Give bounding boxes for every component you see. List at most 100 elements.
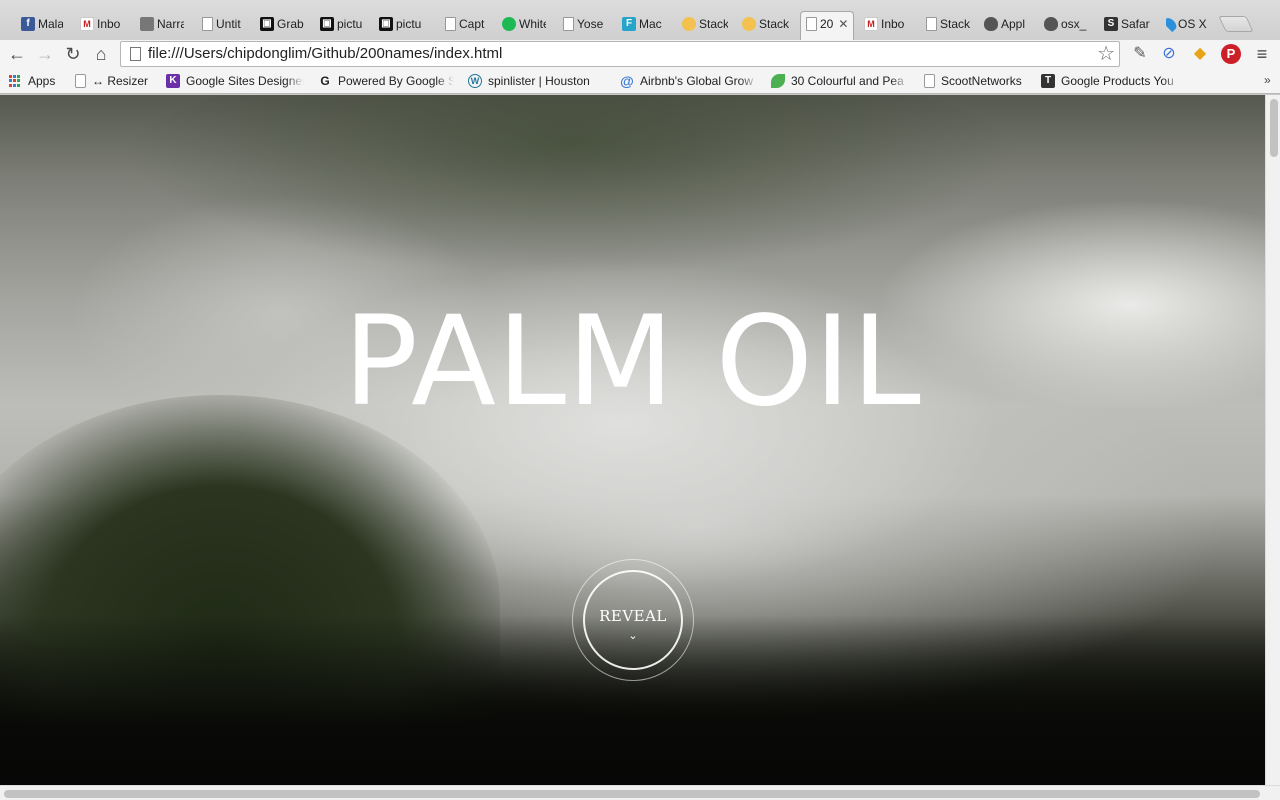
apple-icon	[1044, 17, 1058, 31]
tab-label: Yose	[577, 17, 604, 31]
bookmark-label: spinlister | Houston	[488, 74, 590, 88]
tab-label: Inbo	[881, 17, 905, 31]
stackoverflow-icon	[742, 17, 756, 31]
close-icon[interactable]: ✕	[838, 17, 848, 31]
bookmark-apps[interactable]: Apps	[8, 73, 63, 89]
tab-19[interactable]: S Safar	[1104, 14, 1150, 34]
bookmark-label: Google Products You	[1061, 74, 1174, 88]
tab-label: Safar	[1121, 17, 1150, 31]
horizontal-scrollbar[interactable]	[0, 785, 1280, 800]
tab-label: Inbo	[97, 17, 121, 31]
apps-grid-icon	[8, 74, 22, 88]
horizontal-scrollbar-thumb[interactable]	[4, 790, 1260, 798]
bookmark-30-colourful[interactable]: 30 Colourful and Pea	[771, 73, 909, 89]
bookmark-star-icon[interactable]: ☆	[1097, 42, 1115, 66]
bookmark-scootnetworks[interactable]: ScootNetworks	[924, 73, 1028, 89]
tab-label: OS X	[1178, 17, 1207, 31]
page-icon	[130, 47, 141, 61]
facebook-icon: f	[21, 17, 35, 31]
address-bar[interactable]: file:///Users/chipdonglim/Github/200name…	[120, 41, 1120, 67]
arrow-left-icon: ←	[8, 44, 26, 64]
vertical-scrollbar-thumb[interactable]	[1270, 99, 1278, 157]
reload-icon: ↻	[65, 44, 81, 64]
gmail-icon: M	[80, 17, 94, 31]
tab-label: Narra	[157, 17, 184, 31]
bookmark-label: 30 Colourful and Pea	[791, 74, 904, 88]
reveal-button-label[interactable]: REVEAL	[583, 607, 683, 625]
bookmark-airbnb[interactable]: @ Airbnb's Global Grow	[620, 73, 758, 89]
tab-4[interactable]: Untit	[202, 14, 244, 34]
tab-label: Mac	[639, 17, 662, 31]
page-icon	[806, 17, 817, 31]
bookmark-resizer[interactable]: ↔ Resizer	[75, 73, 155, 89]
bookmark-label: Apps	[28, 74, 56, 88]
apple-icon	[984, 17, 998, 31]
tab-12[interactable]: Stack	[682, 14, 728, 34]
tab-15[interactable]: M Inbo	[864, 14, 910, 34]
tab-label: Stack	[759, 17, 790, 31]
bookmark-spinlister[interactable]: W spinlister | Houston	[468, 73, 606, 89]
tab-6[interactable]: ▣ pictu	[320, 14, 364, 34]
forest-background	[120, 95, 1020, 275]
tab-10[interactable]: Yose	[563, 14, 605, 34]
at-icon: @	[620, 73, 634, 89]
contacts-icon	[140, 17, 154, 31]
home-icon: ⌂	[95, 44, 107, 64]
bookmark-label: ScootNetworks	[941, 74, 1022, 88]
tab-1[interactable]: f Mala	[21, 14, 63, 34]
adblock-extension-icon[interactable]: ⊘	[1159, 44, 1179, 64]
tab-label: Stack	[940, 17, 971, 31]
tab-label: Grab	[277, 17, 304, 31]
bookmarks-overflow-button[interactable]: »	[1264, 73, 1271, 87]
grab-icon: ▣	[320, 17, 334, 31]
tab-17[interactable]: Appl	[984, 14, 1030, 34]
tab-9[interactable]: White	[502, 14, 546, 34]
leaf-icon	[771, 74, 785, 88]
tab-label: Mala	[38, 17, 63, 31]
drop-icon	[1166, 15, 1179, 33]
bookmark-google-products[interactable]: T Google Products You	[1041, 73, 1181, 89]
tab-label: pictu	[396, 17, 422, 31]
pinterest-icon[interactable]: P	[1221, 44, 1241, 64]
eyedropper-extension-icon[interactable]: ✎	[1130, 44, 1150, 64]
chevron-down-icon[interactable]: ⌄	[583, 629, 683, 642]
new-tab-button[interactable]	[1218, 16, 1254, 32]
forward-button[interactable]: →	[34, 44, 56, 66]
page-icon	[202, 17, 213, 31]
tab-5[interactable]: ▣ Grab	[260, 14, 304, 34]
vertical-scrollbar[interactable]	[1265, 95, 1280, 785]
color-extension-icon[interactable]: ◆	[1190, 44, 1210, 64]
reload-button[interactable]: ↻	[62, 44, 84, 66]
tab-18[interactable]: osx_	[1044, 14, 1090, 34]
bookmark-label: ↔ Resizer	[92, 74, 149, 88]
page-icon	[563, 17, 574, 31]
tab-label: Appl	[1001, 17, 1026, 31]
address-url[interactable]: file:///Users/chipdonglim/Github/200name…	[148, 45, 502, 62]
tab-13[interactable]: Stack	[742, 14, 790, 34]
tab-label: osx_	[1061, 17, 1087, 31]
tab-11[interactable]: F Mac	[622, 14, 664, 34]
tab-3[interactable]: Narra	[140, 14, 184, 34]
bookmark-powered-by-google[interactable]: G Powered By Google S	[318, 73, 454, 89]
grab-icon: ▣	[260, 17, 274, 31]
back-button[interactable]: ←	[6, 44, 28, 66]
tab-strip: f Mala M Inbo Narra Untit ▣ Grab ▣ pictu…	[0, 0, 1280, 40]
home-button[interactable]: ⌂	[90, 44, 112, 66]
tab-7[interactable]: ▣ pictu	[379, 14, 425, 34]
browser-toolbar: ← → ↻ ⌂ file:///Users/chipdonglim/Github…	[0, 40, 1280, 68]
page-icon	[926, 17, 937, 31]
tab-16[interactable]: Stack	[926, 14, 972, 34]
page-icon	[75, 74, 86, 88]
arrow-right-icon: →	[36, 44, 54, 64]
k-icon: K	[166, 74, 180, 88]
safari-icon: S	[1104, 17, 1118, 31]
page-icon	[445, 17, 456, 31]
tab-8[interactable]: Capt	[445, 14, 487, 34]
tab-20[interactable]: OS X	[1166, 14, 1212, 34]
tab-label: White	[519, 17, 546, 31]
tab-2[interactable]: M Inbo	[80, 14, 122, 34]
bookmark-google-sites-designer[interactable]: K Google Sites Designer	[166, 73, 304, 89]
browser-menu-icon[interactable]: ≡	[1253, 45, 1271, 63]
tab-14-active[interactable]: 20 ✕	[806, 14, 852, 34]
hero-title: PALM OIL	[343, 290, 922, 434]
